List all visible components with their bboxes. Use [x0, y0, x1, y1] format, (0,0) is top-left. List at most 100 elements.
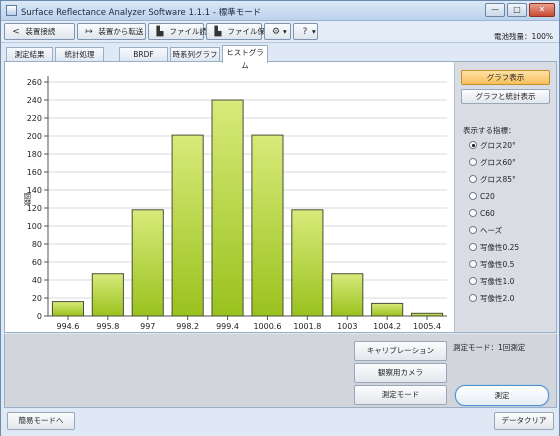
gear-icon: ⚙ [271, 27, 281, 37]
radio-gloss20[interactable]: グロス20° [469, 140, 516, 152]
radio-doi-05[interactable]: 写像性0.5 [469, 259, 514, 271]
x-tick-label: 1005.4 [413, 322, 441, 331]
y-tick-label: 240 [27, 96, 42, 105]
tab-timeseries[interactable]: 時系列グラフ [170, 47, 220, 62]
tab-statistics[interactable]: 統計処理 [55, 47, 104, 62]
settings-dropdown-button[interactable]: ⚙ ▾ [264, 23, 291, 40]
x-tick-label: 1004.2 [373, 322, 401, 331]
radio-gloss60[interactable]: グロス60° [469, 157, 516, 169]
y-tick-label: 180 [27, 150, 42, 159]
measure-button[interactable]: 測定 [455, 385, 549, 406]
y-tick-label: 20 [32, 294, 42, 303]
histogram-bar [131, 209, 164, 317]
minimize-button[interactable]: — [485, 3, 505, 17]
radio-selected-icon [469, 141, 477, 149]
y-tick-label: 200 [27, 132, 42, 141]
factory-icon: ▙ [214, 27, 222, 37]
tab-histogram[interactable]: ヒストグラム [222, 45, 268, 70]
y-tick-label: 80 [32, 240, 42, 249]
observation-camera-button[interactable]: 観察用カメラ [354, 363, 447, 383]
tab-content: 0 20 40 60 80 100 120 140 160 180 200 220 240 260 個数 99… [4, 61, 557, 333]
app-icon [6, 5, 17, 16]
radio-gloss85-label: グロス85° [480, 175, 516, 184]
help-chevron-icon: ▾ [312, 27, 316, 36]
transfer-from-device-button[interactable]: ↦ 装置から転送 [77, 23, 146, 40]
radio-c20-label: C20 [480, 192, 495, 201]
status-row: 簡易モードへ データクリア [1, 408, 559, 436]
window-title: Surface Reflectance Analyzer Software 1.… [21, 8, 262, 18]
connect-device-label: 装置接続 [25, 27, 56, 36]
radio-doi-025-label: 写像性0.25 [480, 243, 520, 252]
radio-gloss20-label: グロス20° [480, 141, 516, 150]
arrow-right-bar-icon: ↦ [85, 27, 93, 37]
histogram-bar [171, 134, 204, 317]
radio-icon [469, 158, 477, 166]
radio-doi-05-label: 写像性0.5 [480, 260, 515, 269]
x-tick-label: 995.8 [96, 322, 119, 331]
histogram-bar [291, 209, 324, 317]
histogram-bar [211, 99, 244, 317]
graph-and-stats-button[interactable]: グラフと統計表示 [461, 89, 550, 104]
radio-haze[interactable]: ヘーズ [469, 225, 502, 237]
histogram-bar [331, 273, 364, 317]
y-tick-label: 40 [32, 276, 42, 285]
app-window: Surface Reflectance Analyzer Software 1.… [0, 0, 560, 436]
x-tick-label: 997 [140, 322, 155, 331]
transfer-from-device-label: 装置から転送 [98, 27, 144, 36]
x-tick-label: 1003 [337, 322, 357, 331]
histogram-chart-area: 0 20 40 60 80 100 120 140 160 180 200 220 240 260 個数 99… [5, 62, 453, 332]
graph-display-button[interactable]: グラフ表示 [461, 70, 550, 85]
radio-doi-20-label: 写像性2.0 [480, 294, 515, 303]
histogram-bar [251, 134, 284, 317]
close-button[interactable]: ✕ [529, 3, 555, 17]
measure-mode-status: 測定モード：1回測定 [453, 343, 526, 352]
x-tick-label: 999.4 [216, 322, 239, 331]
y-axis-label: 個数 [23, 192, 32, 206]
tab-measurement-results[interactable]: 測定結果 [6, 47, 53, 62]
radio-icon [469, 209, 477, 217]
radio-doi-20[interactable]: 写像性2.0 [469, 293, 514, 305]
radio-c60-label: C60 [480, 209, 495, 218]
radio-haze-label: ヘーズ [480, 226, 503, 235]
x-tick-label: 994.6 [56, 322, 79, 331]
tab-brdf[interactable]: BRDF [119, 47, 168, 62]
histogram-bar [51, 301, 85, 317]
tab-bar: 測定結果 統計処理 BRDF 時系列グラフ ヒストグラム [1, 43, 559, 70]
indicator-label: 表示する指標： [463, 126, 516, 135]
radio-icon [469, 175, 477, 183]
calibration-button[interactable]: キャリブレーション [354, 341, 447, 361]
radio-doi-025[interactable]: 写像性0.25 [469, 242, 519, 254]
radio-doi-10[interactable]: 写像性1.0 [469, 276, 514, 288]
read-file-button[interactable]: ▙ ファイル読込 [148, 23, 214, 40]
question-icon: ? [302, 27, 308, 37]
clear-data-button[interactable]: データクリア [494, 412, 554, 430]
radio-icon [469, 277, 477, 285]
y-tick-label: 0 [37, 312, 42, 321]
y-tick-label: 60 [32, 258, 42, 267]
save-file-button[interactable]: ▙ ファイル保存 [206, 23, 272, 40]
radio-gloss60-label: グロス60° [480, 158, 516, 167]
y-tick-label: 220 [27, 114, 42, 123]
title-bar[interactable]: Surface Reflectance Analyzer Software 1.… [1, 1, 559, 21]
settings-chevron-icon: ▾ [283, 27, 287, 36]
radio-c20[interactable]: C20 [469, 191, 495, 203]
y-tick-label: 260 [27, 78, 42, 87]
histogram-bar [371, 302, 404, 317]
radio-icon [469, 260, 477, 268]
x-tick-label: 1001.8 [293, 322, 321, 331]
measure-mode-button[interactable]: 測定モード [354, 385, 447, 405]
radio-c60[interactable]: C60 [469, 208, 495, 220]
radio-icon [469, 226, 477, 234]
maximize-button[interactable]: □ [507, 3, 527, 17]
y-tick-label: 100 [27, 222, 42, 231]
radio-icon [469, 192, 477, 200]
y-tick-label: 160 [27, 168, 42, 177]
connect-device-button[interactable]: < 装置接続 [4, 23, 75, 40]
radio-gloss85[interactable]: グロス85° [469, 174, 516, 186]
battery-status: 電池残量：100% [494, 32, 553, 41]
radio-doi-10-label: 写像性1.0 [480, 277, 515, 286]
simple-mode-button[interactable]: 簡易モードへ [7, 412, 75, 430]
x-tick-label: 1000.6 [253, 322, 281, 331]
radio-icon [469, 243, 477, 251]
help-dropdown-button[interactable]: ? ▾ [293, 23, 318, 40]
